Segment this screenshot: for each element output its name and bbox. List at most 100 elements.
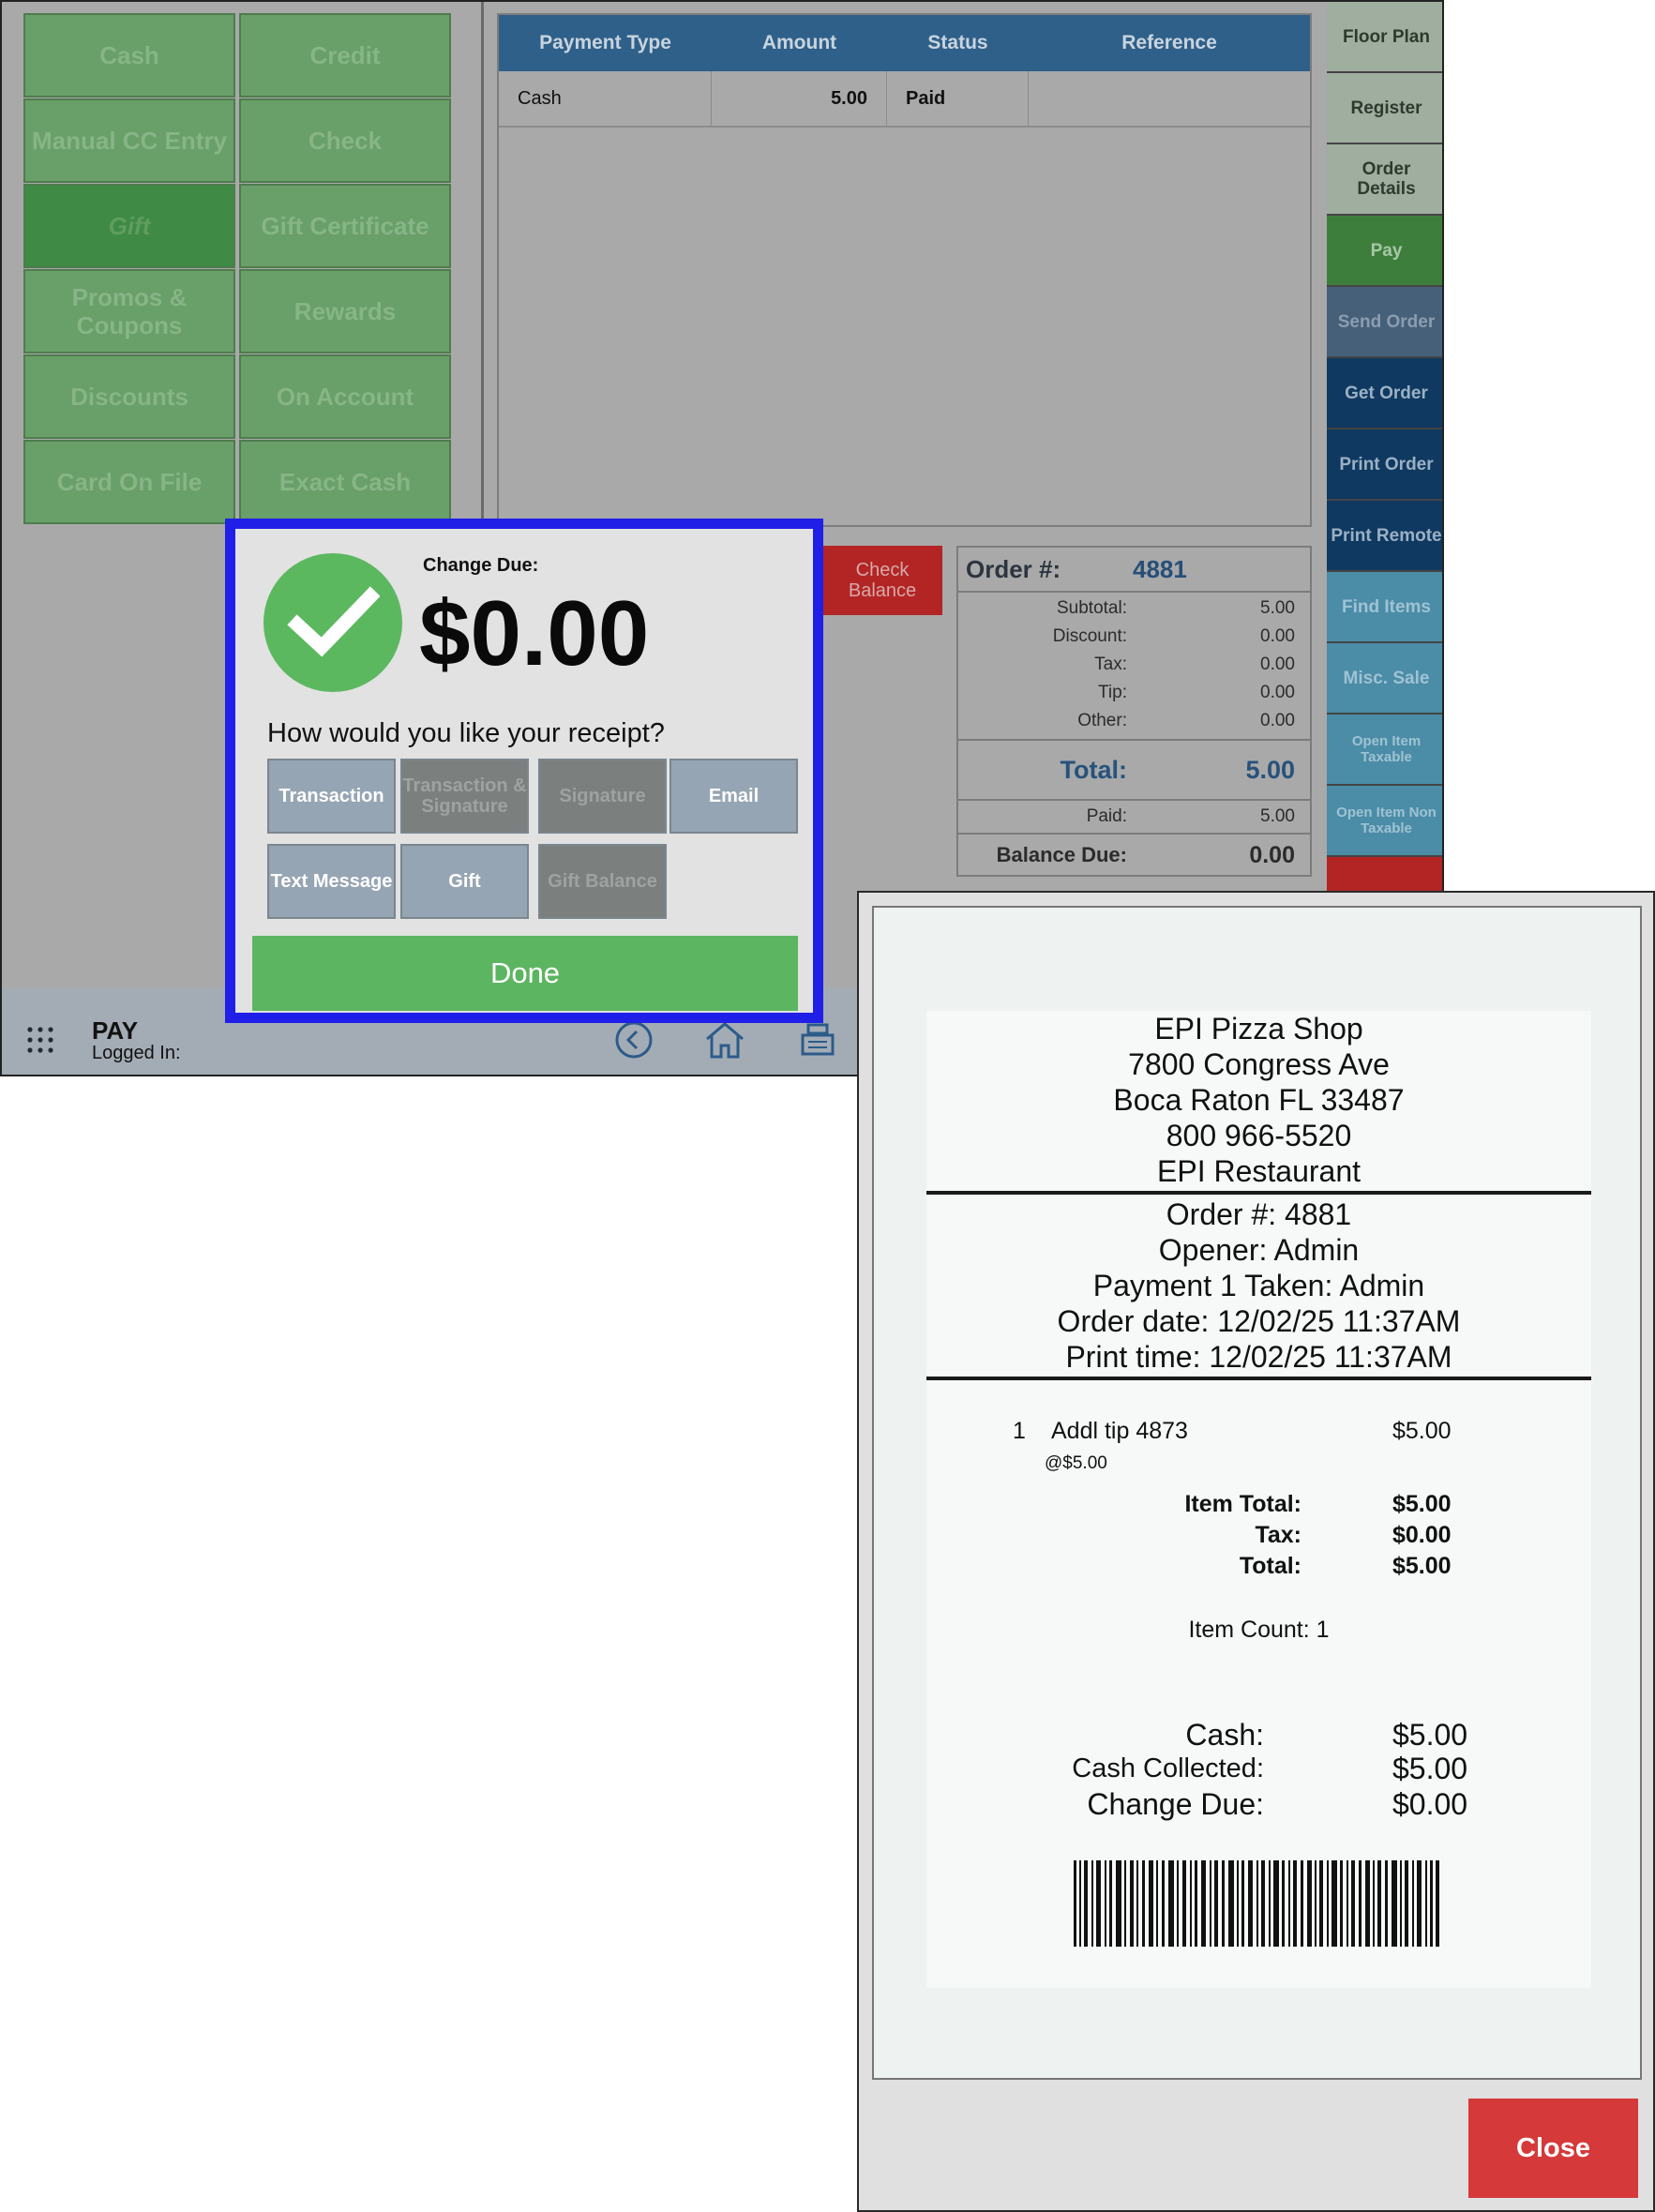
check-balance-button[interactable]: Check Balance	[822, 546, 942, 615]
check-button[interactable]: Check	[239, 98, 451, 183]
print-order-button[interactable]: Print Order	[1327, 429, 1442, 501]
table-row[interactable]: Cash 5.00 Paid	[499, 71, 1310, 128]
discount-row: Discount: 0.00	[958, 626, 1310, 655]
get-order-button[interactable]: Get Order	[1327, 358, 1442, 429]
done-button[interactable]: Done	[252, 936, 798, 1011]
gift-certificate-button[interactable]: Gift Certificate	[239, 184, 451, 268]
total-row: Total: 5.00	[958, 741, 1310, 801]
tax-row: Tax: 0.00	[958, 655, 1310, 683]
payment-method-grid: Cash Credit Manual CC Entry Check Gift G…	[23, 13, 451, 524]
manual-cc-entry-button[interactable]: Manual CC Entry	[23, 98, 235, 183]
item-unit-price: @$5.00	[1045, 1453, 1107, 1473]
tax-label: Tax:	[1094, 655, 1127, 674]
balance-due-label: Balance Due:	[996, 843, 1127, 866]
tax-value: 0.00	[1260, 655, 1295, 674]
discounts-button[interactable]: Discounts	[23, 354, 235, 439]
paid-row: Paid: 5.00	[958, 801, 1310, 835]
total-label: Total:	[1060, 755, 1127, 784]
receipt-order-date: Order date: 12/02/25 11:37AM	[1057, 1304, 1461, 1338]
col-payment-type: Payment Type	[539, 32, 671, 53]
receipt-paper: EPI Pizza Shop 7800 Congress Ave Boca Ra…	[926, 1011, 1591, 1988]
subtotal-label: Subtotal:	[1057, 598, 1127, 618]
floor-plan-button[interactable]: Floor Plan	[1327, 2, 1442, 73]
item-total-label: Item Total:	[1184, 1491, 1301, 1517]
back-icon[interactable]	[614, 1020, 654, 1060]
send-order-button[interactable]: Send Order	[1327, 287, 1442, 358]
summary-lines: Subtotal: 5.00 Discount: 0.00 Tax: 0.00 Tip…	[958, 593, 1310, 741]
rewards-button[interactable]: Rewards	[239, 269, 451, 354]
cash-label: Cash:	[1185, 1718, 1264, 1752]
close-button[interactable]: Close	[1468, 2099, 1638, 2198]
pay-button[interactable]: Pay	[1327, 216, 1442, 287]
exact-cash-button[interactable]: Exact Cash	[239, 440, 451, 524]
transaction-receipt-button[interactable]: Transaction	[267, 759, 396, 834]
restaurant-name: EPI Restaurant	[1157, 1154, 1361, 1188]
on-account-button[interactable]: On Account	[239, 354, 451, 439]
receipt-tax-label: Tax:	[1255, 1522, 1301, 1548]
card-on-file-button[interactable]: Card On File	[23, 440, 235, 524]
gift-balance-receipt-button[interactable]: Gift Balance	[538, 844, 667, 919]
text-message-receipt-button[interactable]: Text Message	[267, 844, 396, 919]
payments-table-header: Payment Type Amount Status Reference	[499, 15, 1310, 71]
cell-payment-type: Cash	[499, 71, 712, 126]
other-row: Other: 0.00	[958, 711, 1310, 739]
other-label: Other:	[1077, 711, 1127, 730]
misc-sale-button[interactable]: Misc. Sale	[1327, 643, 1442, 715]
store-name: EPI Pizza Shop	[1154, 1012, 1363, 1046]
change-due-label: Change Due:	[423, 555, 539, 576]
store-phone: 800 966-5520	[1166, 1119, 1352, 1152]
item-count: Item Count: 1	[1188, 1617, 1330, 1643]
find-items-button[interactable]: Find Items	[1327, 572, 1442, 643]
other-value: 0.00	[1260, 711, 1295, 730]
order-details-button[interactable]: Order Details	[1327, 144, 1442, 216]
receipt-frame: EPI Pizza Shop 7800 Congress Ave Boca Ra…	[872, 906, 1642, 2080]
tip-value: 0.00	[1260, 683, 1295, 702]
cash-button[interactable]: Cash	[23, 13, 235, 98]
gift-receipt-button[interactable]: Gift	[400, 844, 529, 919]
open-item-taxable-button[interactable]: Open Item Taxable	[1327, 715, 1442, 786]
order-number-row: Order #: 4881	[958, 548, 1310, 593]
red-nav-button[interactable]	[1327, 857, 1442, 895]
paid-label: Paid:	[1086, 806, 1127, 826]
payments-table: Payment Type Amount Status Reference Cas…	[497, 13, 1312, 527]
store-address-line1: 7800 Congress Ave	[1128, 1047, 1390, 1081]
promos-coupons-button[interactable]: Promos & Coupons	[23, 269, 235, 354]
cash-register-icon[interactable]	[799, 1020, 836, 1058]
receipt-divider	[926, 1191, 1591, 1195]
tip-row: Tip: 0.00	[958, 683, 1310, 711]
receipt-opener: Opener: Admin	[1158, 1233, 1360, 1267]
receipt-preview-dialog: EPI Pizza Shop 7800 Congress Ave Boca Ra…	[857, 891, 1655, 2212]
balance-due-value: 0.00	[1249, 841, 1295, 868]
signature-receipt-button[interactable]: Signature	[538, 759, 667, 834]
item-total-value: $5.00	[1392, 1491, 1452, 1517]
store-address-line2: Boca Raton FL 33487	[1113, 1083, 1405, 1117]
change-due-value: $0.00	[1392, 1787, 1468, 1821]
gift-button[interactable]: Gift	[23, 184, 235, 268]
panel-divider	[481, 2, 484, 527]
cell-status: Paid	[887, 71, 1029, 126]
cell-amount: 5.00	[712, 71, 887, 126]
receipt-total-value: $5.00	[1392, 1553, 1452, 1579]
tip-label: Tip:	[1098, 683, 1127, 702]
side-nav: Floor Plan Register Order Details Pay Se…	[1327, 2, 1442, 902]
subtotal-row: Subtotal: 5.00	[958, 598, 1310, 626]
item-qty: 1	[1013, 1418, 1026, 1444]
cash-collected-value: $5.00	[1392, 1752, 1468, 1785]
receipt-print-time: Print time: 12/02/25 11:37AM	[1065, 1340, 1452, 1374]
item-name: Addl tip 4873	[1051, 1418, 1188, 1444]
credit-button[interactable]: Credit	[239, 13, 451, 98]
apps-grid-icon[interactable]	[26, 1026, 54, 1054]
register-button[interactable]: Register	[1327, 73, 1442, 144]
print-remote-button[interactable]: Print Remote	[1327, 501, 1442, 572]
receipt-order-number: Order #: 4881	[1166, 1197, 1352, 1231]
receipt-tax-value: $0.00	[1392, 1522, 1452, 1548]
transaction-signature-receipt-button[interactable]: Transaction & Signature	[400, 759, 529, 834]
change-due-dialog: Change Due: $0.00 How would you like you…	[225, 519, 823, 1023]
logged-in-label: Logged In:	[92, 1043, 181, 1063]
email-receipt-button[interactable]: Email	[670, 759, 798, 834]
col-amount: Amount	[761, 32, 837, 53]
open-item-non-taxable-button[interactable]: Open Item Non Taxable	[1327, 786, 1442, 857]
home-icon[interactable]	[703, 1020, 746, 1060]
screen-name: PAY	[92, 1016, 139, 1045]
balance-due-row: Balance Due: 0.00	[958, 835, 1310, 876]
